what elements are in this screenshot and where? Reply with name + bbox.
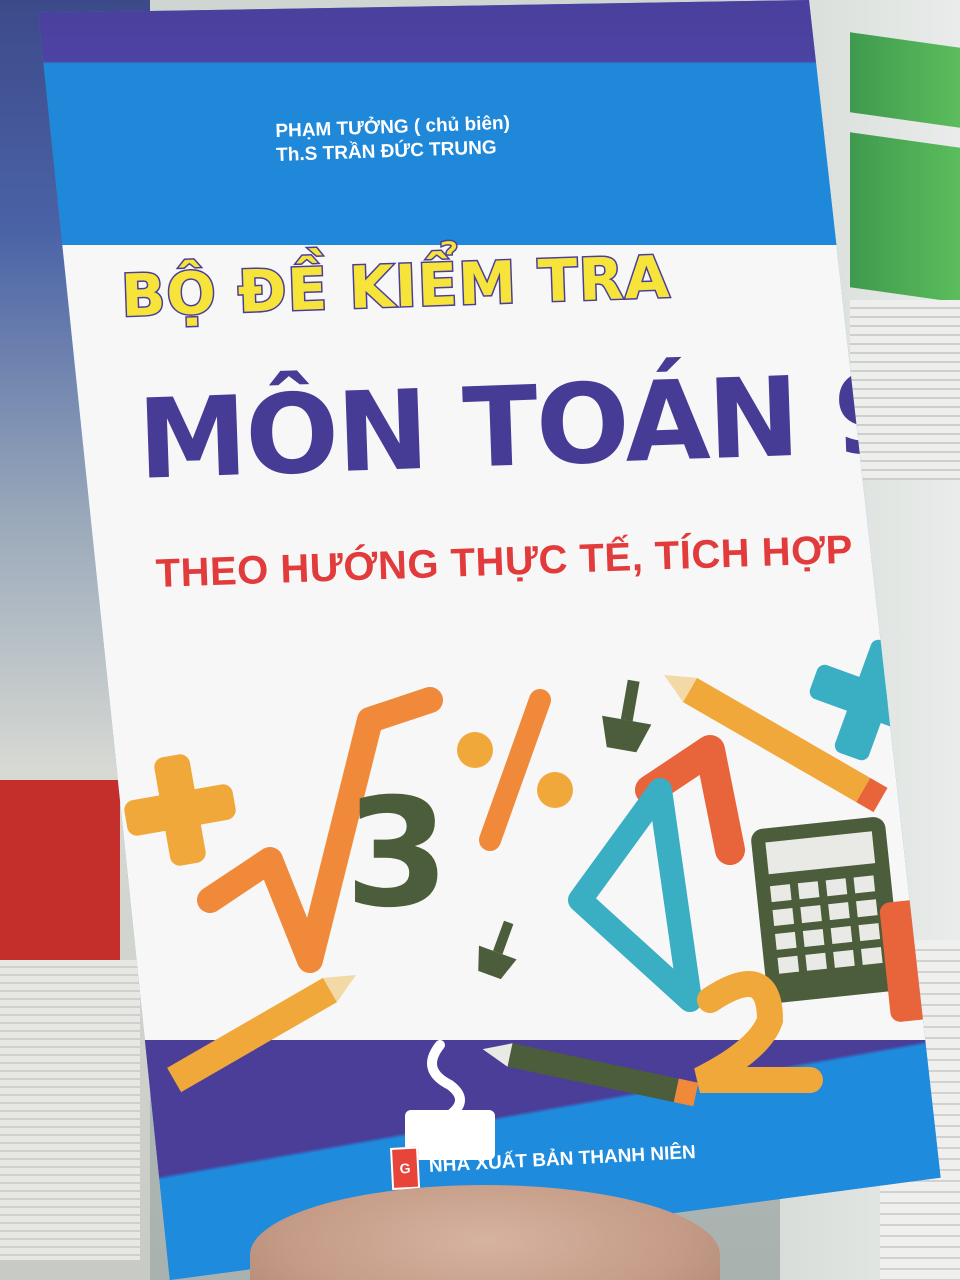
background-green-book bbox=[850, 32, 960, 128]
background-green-book bbox=[850, 207, 960, 303]
number-three: 3 bbox=[345, 767, 449, 941]
background-page-stack-left bbox=[0, 960, 140, 1260]
background-red-book bbox=[0, 780, 120, 980]
book-cover: PHẠM TƯỞNG ( chủ biên) Th.S TRẦN ĐỨC TRU… bbox=[38, 0, 941, 1280]
percent-dot bbox=[537, 772, 573, 808]
pencil-icon bbox=[482, 1043, 699, 1107]
triangle-ruler-icon bbox=[568, 778, 702, 1012]
photo-scene: PHẠM TƯỞNG ( chủ biên) Th.S TRẦN ĐỨC TRU… bbox=[0, 0, 960, 1280]
push-pin-icon bbox=[602, 679, 652, 753]
push-pin-icon bbox=[478, 920, 517, 980]
percent-dot bbox=[457, 732, 493, 768]
math-illustration: 3 bbox=[124, 639, 941, 1160]
publisher-logo-icon: G bbox=[390, 1146, 421, 1190]
pencil-icon bbox=[167, 975, 356, 1093]
publisher-name: NHÀ XUẤT BẢN THANH NIÊN bbox=[428, 1142, 697, 1177]
calculator-icon bbox=[751, 817, 902, 1003]
background-page-stack-right bbox=[850, 300, 960, 480]
plus-symbol bbox=[124, 754, 236, 866]
percent-slash bbox=[479, 689, 551, 851]
